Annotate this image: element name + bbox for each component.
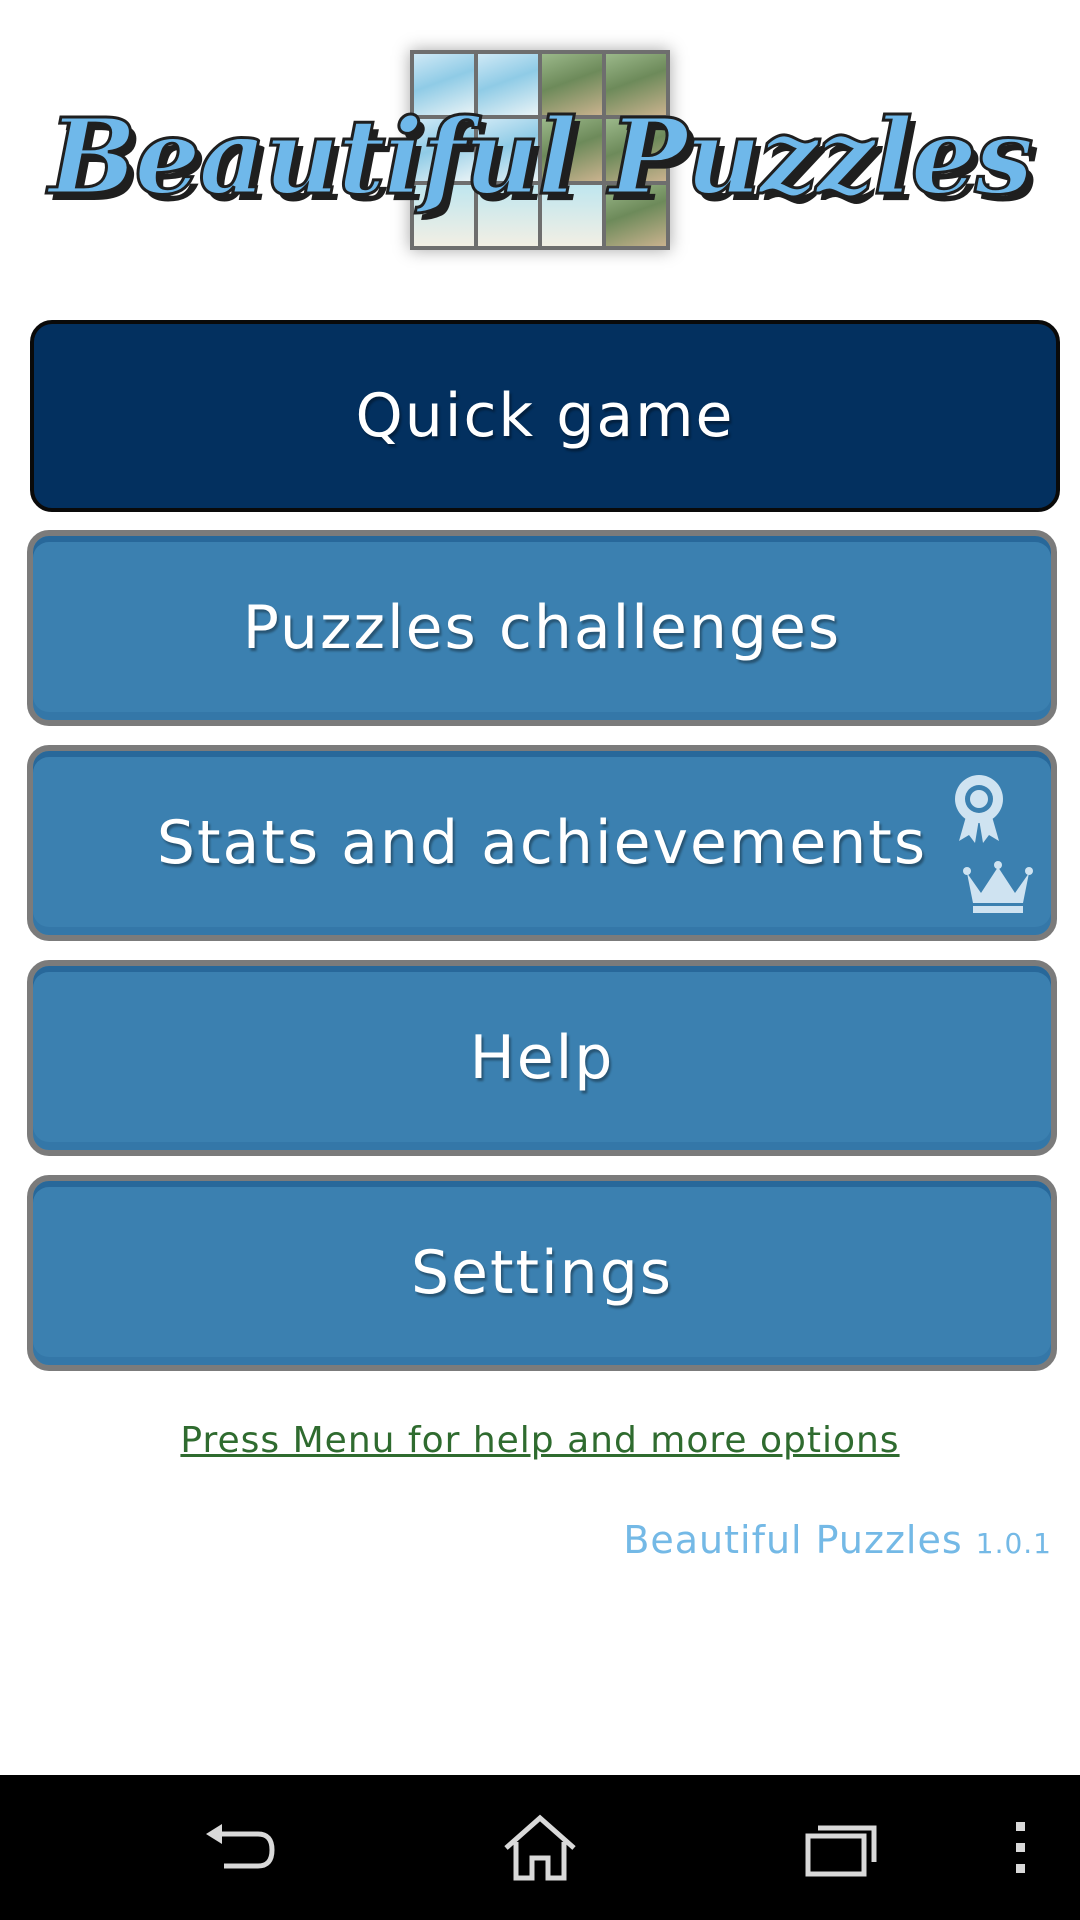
- version-number: 1.0.1: [975, 1527, 1052, 1560]
- system-navigation-bar: [0, 1775, 1080, 1920]
- app-logo: Beautiful Puzzles: [0, 40, 1080, 265]
- help-label: Help: [469, 1023, 615, 1093]
- overflow-menu-icon: [1016, 1822, 1025, 1873]
- puzzles-challenges-label: Puzzles challenges: [242, 593, 842, 663]
- crown-icon: [963, 859, 1033, 930]
- version-app-name: Beautiful Puzzles: [623, 1518, 963, 1562]
- stats-achievements-button[interactable]: Stats and achievements: [27, 745, 1057, 941]
- help-button[interactable]: Help: [27, 960, 1057, 1156]
- quick-game-button[interactable]: Quick game: [30, 320, 1060, 512]
- back-icon: [206, 1824, 275, 1869]
- overflow-menu-button[interactable]: [1000, 1803, 1040, 1893]
- home-icon: [504, 1814, 576, 1881]
- logo-title: Beautiful Puzzles: [47, 94, 1035, 220]
- version-label: Beautiful Puzzles 1.0.1: [623, 1518, 1052, 1562]
- recent-apps-button[interactable]: [795, 1803, 885, 1893]
- quick-game-label: Quick game: [355, 381, 735, 451]
- settings-label: Settings: [410, 1238, 674, 1308]
- ribbon-award-icon: [951, 773, 1007, 860]
- puzzles-challenges-button[interactable]: Puzzles challenges: [27, 530, 1057, 726]
- home-button[interactable]: [495, 1803, 585, 1893]
- menu-hint-link[interactable]: Press Menu for help and more options: [0, 1420, 1080, 1461]
- back-button[interactable]: [195, 1803, 285, 1893]
- stats-achievements-label: Stats and achievements: [156, 808, 928, 878]
- recent-apps-icon: [805, 1825, 877, 1877]
- settings-button[interactable]: Settings: [27, 1175, 1057, 1371]
